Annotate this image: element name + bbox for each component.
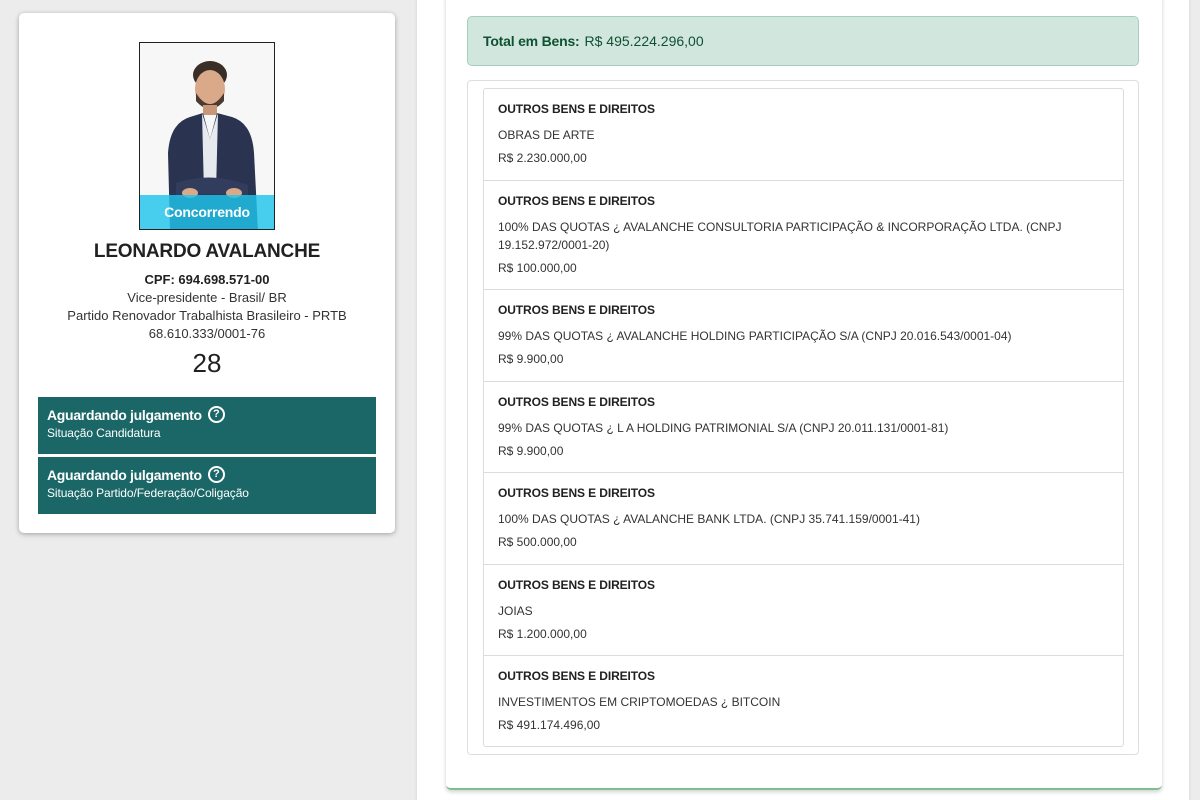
party-cnpj: 68.610.333/0001-76 — [148, 326, 266, 341]
asset-type: OUTROS BENS E DIREITOS — [498, 102, 655, 116]
candidacy-status-box: Aguardando julgamento ? Situação Candida… — [38, 397, 376, 454]
list-item: OUTROS BENS E DIREITOS 99% DAS QUOTAS ¿ … — [484, 382, 1123, 473]
asset-value: R$ 2.230.000,00 — [498, 151, 587, 165]
asset-type: OUTROS BENS E DIREITOS — [498, 395, 655, 409]
candidate-number: 28 — [192, 348, 222, 378]
party-status-box: Aguardando julgamento ? Situação Partido… — [38, 457, 376, 514]
total-assets-label: Total em Bens: — [483, 33, 580, 49]
asset-description: 100% DAS QUOTAS ¿ AVALANCHE BANK LTDA. (… — [498, 512, 920, 526]
assets-panel: Total em Bens: R$ 495.224.296,00 OUTROS … — [417, 0, 1189, 800]
asset-type: OUTROS BENS E DIREITOS — [498, 486, 655, 500]
candidate-role: Vice-presidente - Brasil/ BR — [127, 290, 287, 305]
asset-value: R$ 9.900,00 — [498, 352, 564, 366]
party-status-subtitle: Situação Partido/Federação/Coligação — [47, 486, 249, 500]
list-item: OUTROS BENS E DIREITOS 100% DAS QUOTAS ¿… — [484, 181, 1123, 290]
list-item: OUTROS BENS E DIREITOS OBRAS DE ARTE R$ … — [484, 89, 1123, 181]
asset-type: OUTROS BENS E DIREITOS — [498, 303, 655, 317]
help-circle-icon[interactable]: ? — [207, 466, 225, 483]
list-item: OUTROS BENS E DIREITOS INVESTIMENTOS EM … — [484, 656, 1123, 746]
assets-list: OUTROS BENS E DIREITOS OBRAS DE ARTE R$ … — [483, 88, 1124, 747]
candidate-party: Partido Renovador Trabalhista Brasileiro… — [67, 308, 347, 323]
total-assets-alert: Total em Bens: R$ 495.224.296,00 — [467, 16, 1139, 66]
assets-list-container: OUTROS BENS E DIREITOS OBRAS DE ARTE R$ … — [467, 80, 1139, 755]
list-item: OUTROS BENS E DIREITOS JOIAS R$ 1.200.00… — [484, 565, 1123, 656]
asset-value: R$ 100.000,00 — [498, 261, 577, 275]
asset-description: 99% DAS QUOTAS ¿ AVALANCHE HOLDING PARTI… — [498, 329, 1012, 343]
list-item: OUTROS BENS E DIREITOS 100% DAS QUOTAS ¿… — [484, 473, 1123, 565]
candidacy-status-title: Aguardando julgamento — [47, 406, 202, 423]
asset-description: 100% DAS QUOTAS ¿ AVALANCHE CONSULTORIA … — [498, 220, 1062, 252]
asset-description: 99% DAS QUOTAS ¿ L A HOLDING PATRIMONIAL… — [498, 421, 949, 435]
candidacy-status-badge: Concorrendo — [140, 195, 274, 229]
status-title-row: Aguardando julgamento ? — [47, 466, 367, 483]
total-assets-value: R$ 495.224.296,00 — [584, 33, 704, 49]
asset-value: R$ 1.200.000,00 — [498, 627, 587, 641]
asset-type: OUTROS BENS E DIREITOS — [498, 669, 655, 683]
page: Concorrendo LEONARDO AVALANCHE CPF: 694.… — [0, 0, 1200, 800]
asset-description: OBRAS DE ARTE — [498, 128, 595, 142]
help-circle-icon[interactable]: ? — [207, 406, 225, 423]
asset-value: R$ 9.900,00 — [498, 444, 564, 458]
asset-description: JOIAS — [498, 604, 533, 618]
candidacy-status-subtitle: Situação Candidatura — [47, 426, 161, 440]
asset-value: R$ 491.174.496,00 — [498, 718, 601, 732]
asset-type: OUTROS BENS E DIREITOS — [498, 194, 655, 208]
candidate-photo: Concorrendo — [139, 42, 275, 230]
party-status-title: Aguardando julgamento — [47, 466, 202, 483]
candidate-name: LEONARDO AVALANCHE — [93, 241, 321, 262]
candidate-card: Concorrendo LEONARDO AVALANCHE CPF: 694.… — [19, 13, 395, 533]
asset-description: INVESTIMENTOS EM CRIPTOMOEDAS ¿ BITCOIN — [498, 695, 781, 709]
asset-type: OUTROS BENS E DIREITOS — [498, 578, 655, 592]
candidate-cpf: CPF: 694.698.571-00 — [144, 272, 270, 287]
list-item: OUTROS BENS E DIREITOS 99% DAS QUOTAS ¿ … — [484, 290, 1123, 382]
status-title-row: Aguardando julgamento ? — [47, 406, 367, 423]
asset-value: R$ 500.000,00 — [498, 535, 577, 549]
